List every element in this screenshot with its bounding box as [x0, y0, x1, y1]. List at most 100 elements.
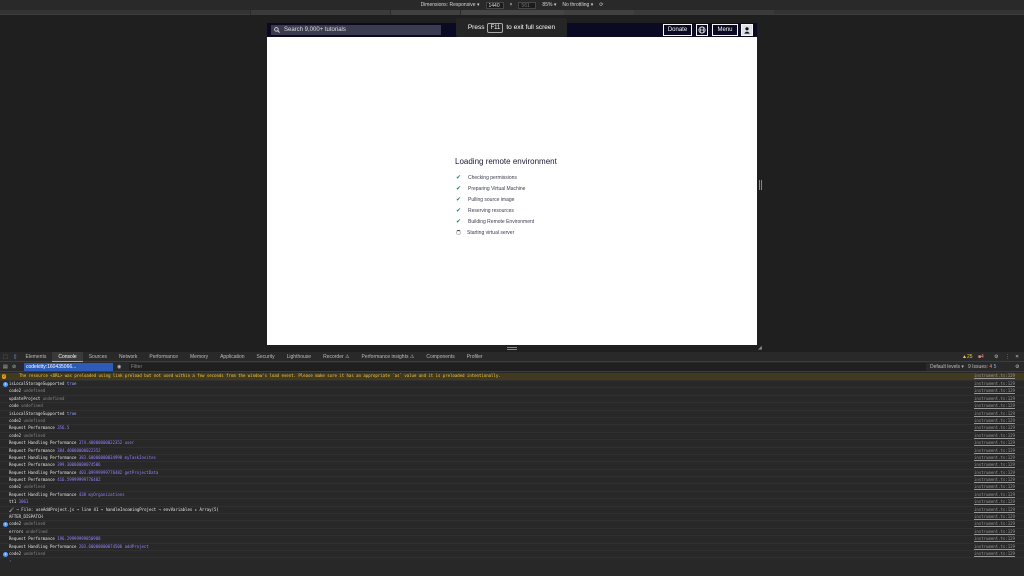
language-button[interactable] — [696, 24, 708, 36]
source-link[interactable]: instrument.ts:129 — [974, 499, 1015, 505]
context-selector[interactable]: codekitty:160435066... — [24, 363, 113, 371]
console-row[interactable]: code undefined instrument.ts:129 — [0, 403, 1024, 411]
menu-button[interactable]: Menu — [712, 24, 738, 36]
source-link[interactable]: instrument.ts:129 — [974, 551, 1015, 557]
inspect-element-icon[interactable]: ⬚ — [0, 354, 11, 360]
console-row[interactable]: Request Handling Performance 203.6000000… — [0, 544, 1024, 551]
console-warning-row[interactable]: 2 The resource <URL> was preloaded using … — [0, 373, 1024, 381]
issues-button[interactable]: 9 Issues: 4 5 — [968, 364, 996, 370]
source-link[interactable]: instrument.ts:129 — [974, 507, 1015, 513]
tab-elements[interactable]: Elements — [20, 352, 53, 362]
source-link[interactable]: instrument.ts:129 — [974, 433, 1015, 439]
console-row[interactable]: updateProject undefined instrument.ts:129 — [0, 396, 1024, 404]
console-row[interactable]: Request Handling Performance 438 myOrgan… — [0, 492, 1024, 500]
tab-lighthouse[interactable]: Lighthouse — [281, 352, 317, 362]
source-link[interactable]: instrument.ts:129 — [974, 418, 1015, 424]
eye-icon[interactable]: ◉ — [117, 364, 121, 370]
console-row[interactable]: code2 undefined instrument.ts:129 — [0, 433, 1024, 441]
console-row[interactable]: Request Performance 356.5 instrument.ts:1… — [0, 425, 1024, 433]
repeat-count-badge: 2 — [3, 522, 8, 528]
console-row[interactable]: AFTER_DISPATCH instrument.ts:129 — [0, 514, 1024, 522]
source-link[interactable]: instrument.ts:129 — [974, 440, 1015, 446]
source-link[interactable]: instrument.ts:129 — [974, 425, 1015, 431]
source-link[interactable]: instrument.ts:129 — [974, 403, 1015, 409]
console-row[interactable]: tt1 3061 instrument.ts:129 — [0, 499, 1024, 507]
source-link[interactable]: instrument.ts:129 — [974, 462, 1015, 468]
console-row[interactable]: Request Handling Performance 374.4000000… — [0, 440, 1024, 448]
fullscreen-notice: Press F11 to exit full screen — [456, 18, 567, 37]
source-link[interactable]: instrument.ts:129 — [974, 388, 1015, 394]
source-link[interactable]: instrument.ts:129 — [974, 514, 1015, 520]
source-link[interactable]: instrument.ts:129 — [974, 521, 1015, 527]
source-link[interactable]: instrument.ts:129 — [974, 470, 1015, 476]
console-prompt[interactable]: › — [0, 558, 1024, 565]
source-link[interactable]: instrument.ts:129 — [974, 536, 1015, 542]
source-link[interactable]: instrument.ts:129 — [974, 373, 1015, 379]
source-link[interactable]: instrument.ts:129 — [974, 396, 1015, 402]
f11-key: F11 — [487, 22, 504, 33]
console-row[interactable]: code2 undefined instrument.ts:129 — [0, 418, 1024, 426]
height-input[interactable]: 561 — [518, 1, 537, 9]
source-link[interactable]: instrument.ts:129 — [974, 544, 1015, 550]
console-row[interactable]: errors undefined instrument.ts:129 — [0, 529, 1024, 537]
source-link[interactable]: instrument.ts:129 — [974, 484, 1015, 490]
console-messages: 2 The resource <URL> was preloaded using … — [0, 373, 1024, 576]
rotate-icon[interactable]: ⟳ — [599, 2, 603, 8]
console-row[interactable]: Request Performance 196.29999999850988 in… — [0, 536, 1024, 544]
tab-components[interactable]: Components — [420, 352, 460, 362]
console-row[interactable]: Request Handling Performance 383.6000000… — [0, 455, 1024, 463]
source-link[interactable]: instrument.ts:129 — [974, 477, 1015, 483]
source-link[interactable]: instrument.ts:129 — [974, 448, 1015, 454]
loading-title: Loading remote environment — [455, 157, 557, 166]
search-input[interactable]: Search 9,000+ tutorials — [271, 25, 441, 35]
source-link[interactable]: instrument.ts:129 — [974, 411, 1015, 417]
width-input[interactable]: 1440 — [485, 1, 504, 9]
tab-recorder[interactable]: Recorder ⚠ — [317, 352, 355, 362]
device-toggle-icon[interactable]: ▯ — [11, 354, 20, 360]
error-count[interactable]: ■4 — [978, 354, 984, 360]
resize-handle-right[interactable] — [759, 180, 762, 190]
console-row[interactable]: 2 code2 undefined instrument.ts:129 — [0, 551, 1024, 559]
resize-corner-icon[interactable]: ◢ — [758, 346, 763, 351]
zoom-dropdown[interactable]: 85% ▾ — [542, 2, 556, 8]
tab-memory[interactable]: Memory — [184, 352, 214, 362]
throttling-dropdown[interactable]: No throttling ▾ — [562, 2, 593, 8]
clear-console-icon[interactable]: ⊘ — [12, 364, 16, 370]
tab-sources[interactable]: Sources — [83, 352, 113, 362]
more-options-icon[interactable]: ⋮ — [1005, 354, 1010, 360]
resize-handle-bottom[interactable] — [507, 347, 517, 350]
dimensions-dropdown[interactable]: Dimensions: Responsive ▾ — [421, 2, 480, 8]
console-row[interactable]: Request Performance 384.40000000022352 in… — [0, 448, 1024, 455]
times-icon: × — [509, 2, 513, 8]
tab-network[interactable]: Network — [113, 352, 143, 362]
console-row[interactable]: Request Performance 416.59999999776482 in… — [0, 477, 1024, 485]
source-link[interactable]: instrument.ts:129 — [974, 492, 1015, 498]
console-row[interactable]: isLocalStorageSupported true instrument.t… — [0, 411, 1024, 418]
console-row[interactable]: 2 code2 undefined instrument.ts:129 — [0, 521, 1024, 529]
source-link[interactable]: instrument.ts:129 — [974, 455, 1015, 461]
console-row[interactable]: Request Performance 399.30000000074506 in… — [0, 462, 1024, 470]
tab-performance-insights[interactable]: Performance insights ⚠ — [356, 352, 421, 362]
filter-input[interactable]: Filter — [129, 363, 926, 371]
warning-count[interactable]: ▲25 — [962, 354, 973, 360]
console-settings-icon[interactable]: ⚙ — [1015, 364, 1019, 370]
console-row[interactable]: Request Handling Performance 403.0999999… — [0, 470, 1024, 478]
close-icon[interactable]: ✕ — [1015, 354, 1019, 360]
tab-console[interactable]: Console — [52, 351, 83, 362]
tab-application[interactable]: Application — [214, 352, 250, 362]
source-link[interactable]: instrument.ts:129 — [974, 529, 1015, 535]
log-levels-dropdown[interactable]: Default levels ▾ — [930, 364, 964, 370]
device-toolbar: Dimensions: Responsive ▾ 1440 × 561 85% … — [0, 0, 1024, 10]
console-row[interactable]: 2 isLocalStorageSupported true instrument.… — [0, 381, 1024, 389]
avatar[interactable] — [741, 24, 753, 36]
tab-profiler[interactable]: Profiler — [461, 352, 489, 362]
tab-performance[interactable]: Performance — [143, 352, 184, 362]
source-link[interactable]: instrument.ts:129 — [974, 381, 1015, 387]
donate-button[interactable]: Donate — [663, 24, 692, 36]
console-row[interactable]: code2 undefined instrument.ts:129 — [0, 388, 1024, 396]
settings-gear-icon[interactable]: ⚙ — [994, 354, 998, 360]
console-sidebar-icon[interactable]: ▤ — [3, 364, 8, 370]
console-row[interactable]: 🖌 → File: useAddProject.js → line 41 → h… — [0, 507, 1024, 515]
console-row[interactable]: code2 undefined instrument.ts:129 — [0, 484, 1024, 492]
tab-security[interactable]: Security — [251, 352, 281, 362]
